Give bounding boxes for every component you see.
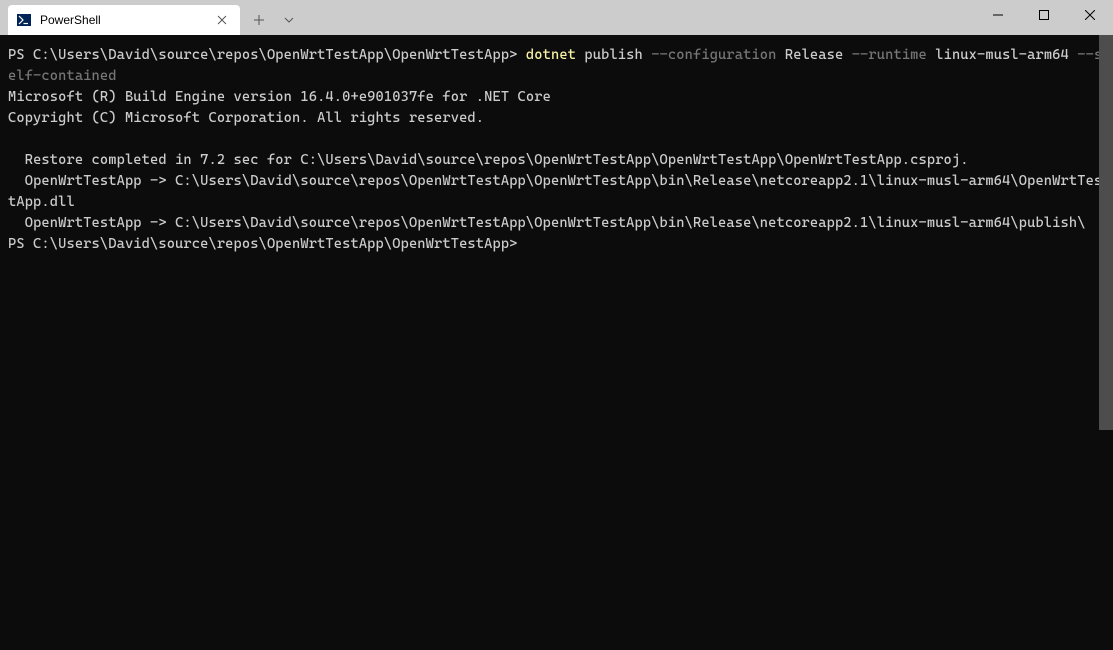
minimize-button[interactable] <box>975 0 1021 30</box>
window-controls <box>975 0 1113 30</box>
cmd-token-runtime: --runtime <box>852 47 927 63</box>
prompt: PS C:\Users\David\source\repos\OpenWrtTe… <box>8 47 526 63</box>
titlebar: PowerShell <box>0 0 1113 35</box>
tab-title: PowerShell <box>40 13 101 27</box>
maximize-button[interactable] <box>1021 0 1067 30</box>
cmd-token-rid: linux-musl-arm64 <box>927 47 1077 63</box>
output-line: OpenWrtTestApp -> C:\Users\David\source\… <box>8 173 1102 210</box>
scrollbar-thumb[interactable] <box>1099 35 1113 430</box>
tab-dropdown-button[interactable] <box>274 5 304 35</box>
output-line: Microsoft (R) Build Engine version 16.4.… <box>8 89 551 105</box>
prompt: PS C:\Users\David\source\repos\OpenWrtTe… <box>8 236 526 252</box>
powershell-icon <box>16 12 32 28</box>
cmd-token-dotnet: dotnet <box>526 47 576 63</box>
close-window-button[interactable] <box>1067 0 1113 30</box>
tab-content: PowerShell <box>16 12 101 28</box>
new-tab-button[interactable] <box>244 5 274 35</box>
cmd-token-publish: publish <box>576 47 651 63</box>
output-line: Restore completed in 7.2 sec for C:\User… <box>8 152 969 168</box>
terminal-output[interactable]: PS C:\Users\David\source\repos\OpenWrtTe… <box>0 35 1113 650</box>
cmd-token-release: Release <box>777 47 852 63</box>
output-line: Copyright (C) Microsoft Corporation. All… <box>8 110 484 126</box>
output-line: OpenWrtTestApp -> C:\Users\David\source\… <box>8 215 1086 231</box>
tab-powershell[interactable]: PowerShell <box>8 5 240 35</box>
cmd-token-config: --configuration <box>651 47 776 63</box>
close-tab-button[interactable] <box>214 12 230 28</box>
